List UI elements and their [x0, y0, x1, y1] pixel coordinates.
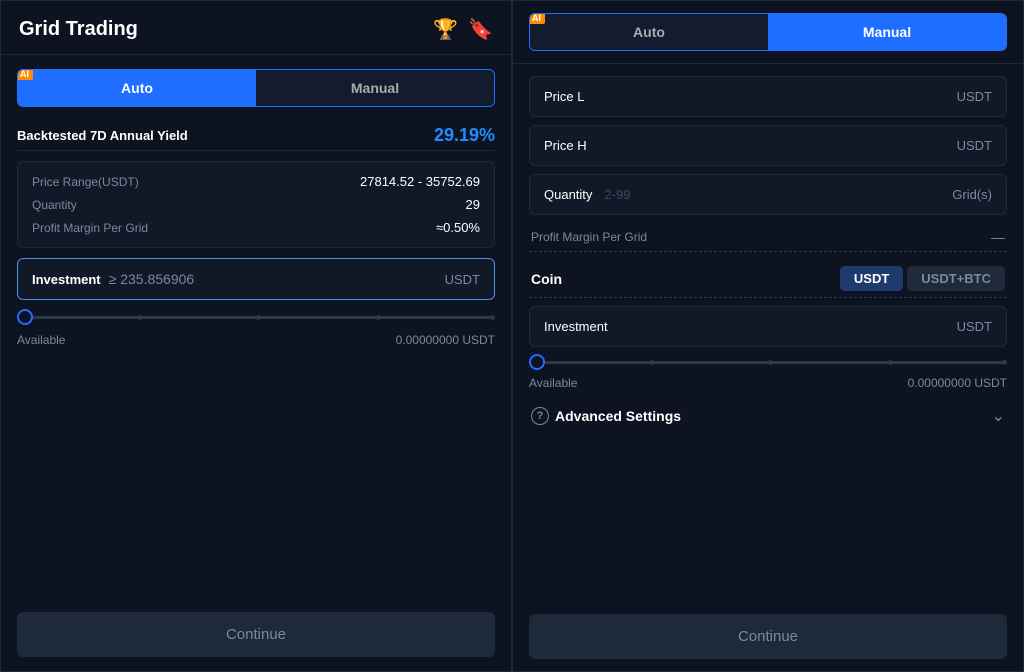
available-value-right: 0.00000000 USDT [908, 376, 1007, 390]
available-row-left: Available 0.00000000 USDT [17, 333, 495, 347]
right-panel: AI Auto Manual Price L USDT Price H USDT… [512, 0, 1024, 672]
slider-thumb-left[interactable] [17, 309, 33, 325]
investment-row-right[interactable]: Investment USDT [529, 306, 1007, 347]
price-range-value: 27814.52 - 35752.69 [360, 174, 480, 189]
left-header: Grid Trading 🏆 🔖 [1, 1, 511, 55]
profit-margin-dash: — [991, 229, 1005, 245]
coin-usdt-button[interactable]: USDT [840, 266, 903, 291]
header-icons: 🏆 🔖 [433, 17, 493, 42]
quantity-currency-right: Grid(s) [952, 187, 992, 202]
available-label-right: Available [529, 376, 577, 390]
page-title: Grid Trading [19, 18, 138, 41]
spacer-right [529, 442, 1007, 606]
quantity-info-value: 29 [466, 197, 480, 212]
coin-buttons: USDT USDT+BTC [840, 266, 1005, 291]
quantity-left: Quantity 2-99 [544, 187, 630, 202]
slider-dot-r3 [888, 360, 893, 365]
price-range-label: Price Range(USDT) [32, 175, 139, 189]
right-mode-toggle: AI Auto Manual [529, 13, 1007, 51]
trophy-icon[interactable]: 🏆 [433, 17, 458, 42]
investment-left: Investment ≥ 235.856906 [32, 271, 194, 287]
manual-mode-button[interactable]: Manual [256, 70, 494, 106]
investment-slider-left[interactable] [17, 310, 495, 323]
quantity-range: 2-99 [604, 187, 630, 202]
left-panel: Grid Trading 🏆 🔖 AI Auto Manual Backtest… [0, 0, 512, 672]
advanced-label: ? Advanced Settings [531, 407, 681, 425]
investment-slider-right[interactable] [529, 355, 1007, 368]
slider-dot-2 [256, 315, 261, 320]
advanced-text: Advanced Settings [555, 408, 681, 424]
ai-badge-left: AI [17, 69, 33, 80]
profit-margin-label-right: Profit Margin Per Grid [531, 230, 647, 244]
slider-dot-r1 [649, 360, 654, 365]
price-h-label: Price H [544, 138, 587, 153]
profit-margin-info-label: Profit Margin Per Grid [32, 221, 148, 235]
investment-currency-left: USDT [445, 272, 480, 287]
investment-currency-right: USDT [957, 319, 992, 334]
slider-dot-r4 [1002, 360, 1007, 365]
price-l-row[interactable]: Price L USDT [529, 76, 1007, 117]
investment-box[interactable]: Investment ≥ 235.856906 USDT [17, 258, 495, 300]
continue-button-left[interactable]: Continue [17, 612, 495, 657]
profit-margin-row-right: Profit Margin Per Grid — [529, 223, 1007, 252]
slider-dot-4 [490, 315, 495, 320]
investment-value: ≥ 235.856906 [109, 271, 195, 287]
quantity-row-right[interactable]: Quantity 2-99 Grid(s) [529, 174, 1007, 215]
question-icon: ? [531, 407, 549, 425]
auto-mode-button[interactable]: Auto [18, 70, 256, 106]
bookmark-icon[interactable]: 🔖 [468, 17, 493, 42]
price-l-currency: USDT [957, 89, 992, 104]
coin-label: Coin [531, 271, 562, 287]
yield-label: Backtested 7D Annual Yield [17, 128, 188, 143]
investment-label-right: Investment [544, 319, 608, 334]
yield-row: Backtested 7D Annual Yield 29.19% [17, 117, 495, 151]
investment-label: Investment [32, 272, 101, 287]
price-l-label: Price L [544, 89, 584, 104]
spacer-left [17, 357, 495, 602]
slider-track-right [529, 361, 1007, 364]
slider-dot-3 [376, 315, 381, 320]
coin-usdt-btc-button[interactable]: USDT+BTC [907, 266, 1005, 291]
continue-button-right[interactable]: Continue [529, 614, 1007, 659]
ai-badge-right: AI [529, 13, 545, 24]
auto-mode-button-right[interactable]: Auto [530, 14, 768, 50]
profit-margin-info-value: ≈0.50% [436, 220, 480, 235]
manual-mode-button-right[interactable]: Manual [768, 14, 1006, 50]
slider-track-left [17, 316, 495, 319]
left-mode-toggle: AI Auto Manual [17, 69, 495, 107]
available-row-right: Available 0.00000000 USDT [529, 376, 1007, 390]
quantity-label-right: Quantity [544, 187, 592, 202]
slider-thumb-right[interactable] [529, 354, 545, 370]
available-value-left: 0.00000000 USDT [396, 333, 495, 347]
info-block: Price Range(USDT) 27814.52 - 35752.69 Qu… [17, 161, 495, 248]
available-label-left: Available [17, 333, 65, 347]
left-body: AI Auto Manual Backtested 7D Annual Yiel… [1, 55, 511, 671]
price-h-row[interactable]: Price H USDT [529, 125, 1007, 166]
quantity-info-label: Quantity [32, 198, 77, 212]
price-h-currency: USDT [957, 138, 992, 153]
quantity-info-row: Quantity 29 [32, 197, 480, 212]
slider-dot-r2 [768, 360, 773, 365]
right-header: AI Auto Manual [513, 1, 1023, 64]
coin-row: Coin USDT USDT+BTC [529, 260, 1007, 298]
slider-dot-1 [137, 315, 142, 320]
yield-value: 29.19% [434, 125, 495, 146]
chevron-down-icon: ⌄ [992, 406, 1005, 426]
price-range-row: Price Range(USDT) 27814.52 - 35752.69 [32, 174, 480, 189]
profit-margin-info-row: Profit Margin Per Grid ≈0.50% [32, 220, 480, 235]
advanced-settings-row[interactable]: ? Advanced Settings ⌄ [529, 398, 1007, 434]
right-body: Price L USDT Price H USDT Quantity 2-99 … [513, 64, 1023, 671]
